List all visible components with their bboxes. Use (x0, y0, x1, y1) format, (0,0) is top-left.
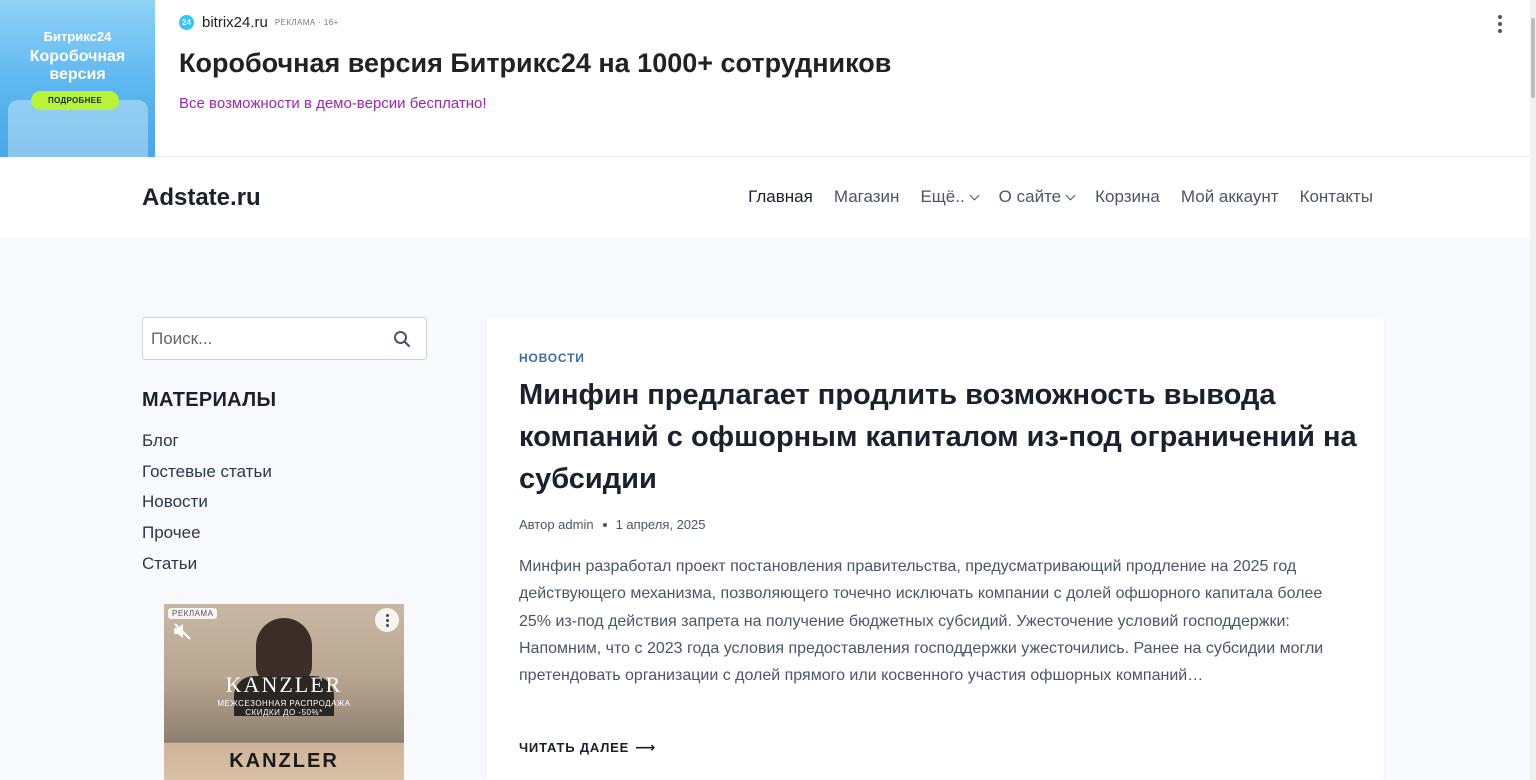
category-link-guest-posts[interactable]: Гостевые статьи (142, 461, 272, 492)
site-header: Adstate.ru Главная Магазин Ещё.. О сайте… (0, 157, 1530, 237)
nav-item-shop[interactable]: Магазин (834, 187, 900, 207)
chevron-down-icon (969, 190, 980, 200)
article-category[interactable]: НОВОСТИ (519, 351, 585, 365)
article-author[interactable]: Автор admin (519, 517, 594, 532)
category-link-articles[interactable]: Статьи (142, 553, 272, 584)
nav-item-account[interactable]: Мой аккаунт (1181, 187, 1279, 207)
ad-thumbnail-button[interactable]: ПОДРОБНЕЕ (31, 91, 119, 110)
search-icon[interactable] (393, 330, 411, 348)
ad-brand: KANZLER (225, 672, 343, 697)
article-excerpt: Минфин разработал проект постановления п… (519, 558, 1324, 685)
site-logo[interactable]: Adstate.ru (142, 184, 261, 212)
nav-label: Магазин (833, 187, 900, 206)
search-box (142, 317, 427, 360)
widget-title-materials: МАТЕРИАЛЫ (142, 389, 277, 411)
category-link-other[interactable]: Прочее (142, 522, 272, 553)
nav-label: Ещё.. (920, 187, 965, 206)
ad-thumbnail[interactable]: Битрикс24 Коробочная версия ПОДРОБНЕЕ (0, 0, 155, 157)
category-link-news[interactable]: Новости (142, 491, 272, 522)
ad-mark: РЕКЛАМА · 16+ (274, 18, 339, 27)
chevron-down-icon (1065, 190, 1076, 200)
article-card: НОВОСТИ Минфин предлагает продлить возмо… (487, 318, 1384, 780)
category-link-blog[interactable]: Блог (142, 430, 272, 461)
main-nav: Главная Магазин Ещё.. О сайте Корзина Мо… (748, 187, 1373, 207)
nav-label: О сайте (998, 187, 1062, 206)
nav-label: Мой аккаунт (1180, 187, 1279, 206)
nav-item-cart[interactable]: Корзина (1095, 187, 1160, 207)
nav-item-about[interactable]: О сайте (998, 187, 1076, 207)
bitrix-logo-icon: 24 (179, 15, 194, 30)
ad-label: РЕКЛАМА (168, 608, 218, 619)
nav-label: Главная (748, 187, 813, 206)
read-more-link[interactable]: ЧИТАТЬ ДАЛЕЕ ⟶ (519, 739, 656, 756)
nav-item-home[interactable]: Главная (748, 187, 813, 207)
ad-promo-line2: СКИДКИ ДО -50%* (245, 708, 323, 717)
ad-source[interactable]: 24 bitrix24.ru РЕКЛАМА · 16+ (179, 14, 339, 31)
nav-item-more[interactable]: Ещё.. (920, 187, 980, 207)
nav-item-contacts[interactable]: Контакты (1300, 187, 1373, 207)
search-input[interactable] (151, 327, 381, 351)
ad-title[interactable]: Коробочная версия Битрикс24 на 1000+ сот… (179, 48, 891, 79)
ad-brand-bottom: KANZLER (229, 750, 339, 772)
ad-subtitle[interactable]: Все возможности в демо-версии бесплатно! (179, 95, 487, 112)
ad-domain[interactable]: bitrix24.ru (202, 14, 268, 31)
ad-more-options-icon[interactable] (1490, 12, 1510, 36)
ad-thumbnail-headline: Коробочная версия (29, 48, 126, 83)
ad-more-options-icon[interactable] (375, 608, 399, 632)
sidebar-ad-kanzler[interactable]: РЕКЛАМА KANZLER МЕЖСЕЗОННАЯ РАСПРОДАЖА С… (164, 604, 404, 780)
nav-label: Корзина (1095, 187, 1160, 206)
scrollbar-thumb[interactable] (1531, 18, 1535, 98)
read-more-label: ЧИТАТЬ ДАЛЕЕ (519, 740, 630, 755)
category-list: Блог Гостевые статьи Новости Прочее Стат… (142, 430, 272, 583)
meta-separator (602, 522, 607, 527)
article-meta: Автор admin 1 апреля, 2025 (519, 517, 706, 532)
page-scrollbar[interactable] (1530, 0, 1536, 780)
ad-thumbnail-brand: Битрикс24 (43, 29, 112, 44)
muted-speaker-icon[interactable] (172, 622, 192, 640)
article-date: 1 апреля, 2025 (615, 517, 706, 532)
nav-label: Контакты (1299, 187, 1373, 206)
arrow-right-icon: ⟶ (635, 739, 656, 755)
top-ad-banner[interactable]: Битрикс24 Коробочная версия ПОДРОБНЕЕ 24… (0, 0, 1530, 157)
ad-promo-line1: МЕЖСЕЗОННАЯ РАСПРОДАЖА (217, 699, 351, 708)
article-title[interactable]: Минфин предлагает продлить возможность в… (519, 374, 1359, 500)
